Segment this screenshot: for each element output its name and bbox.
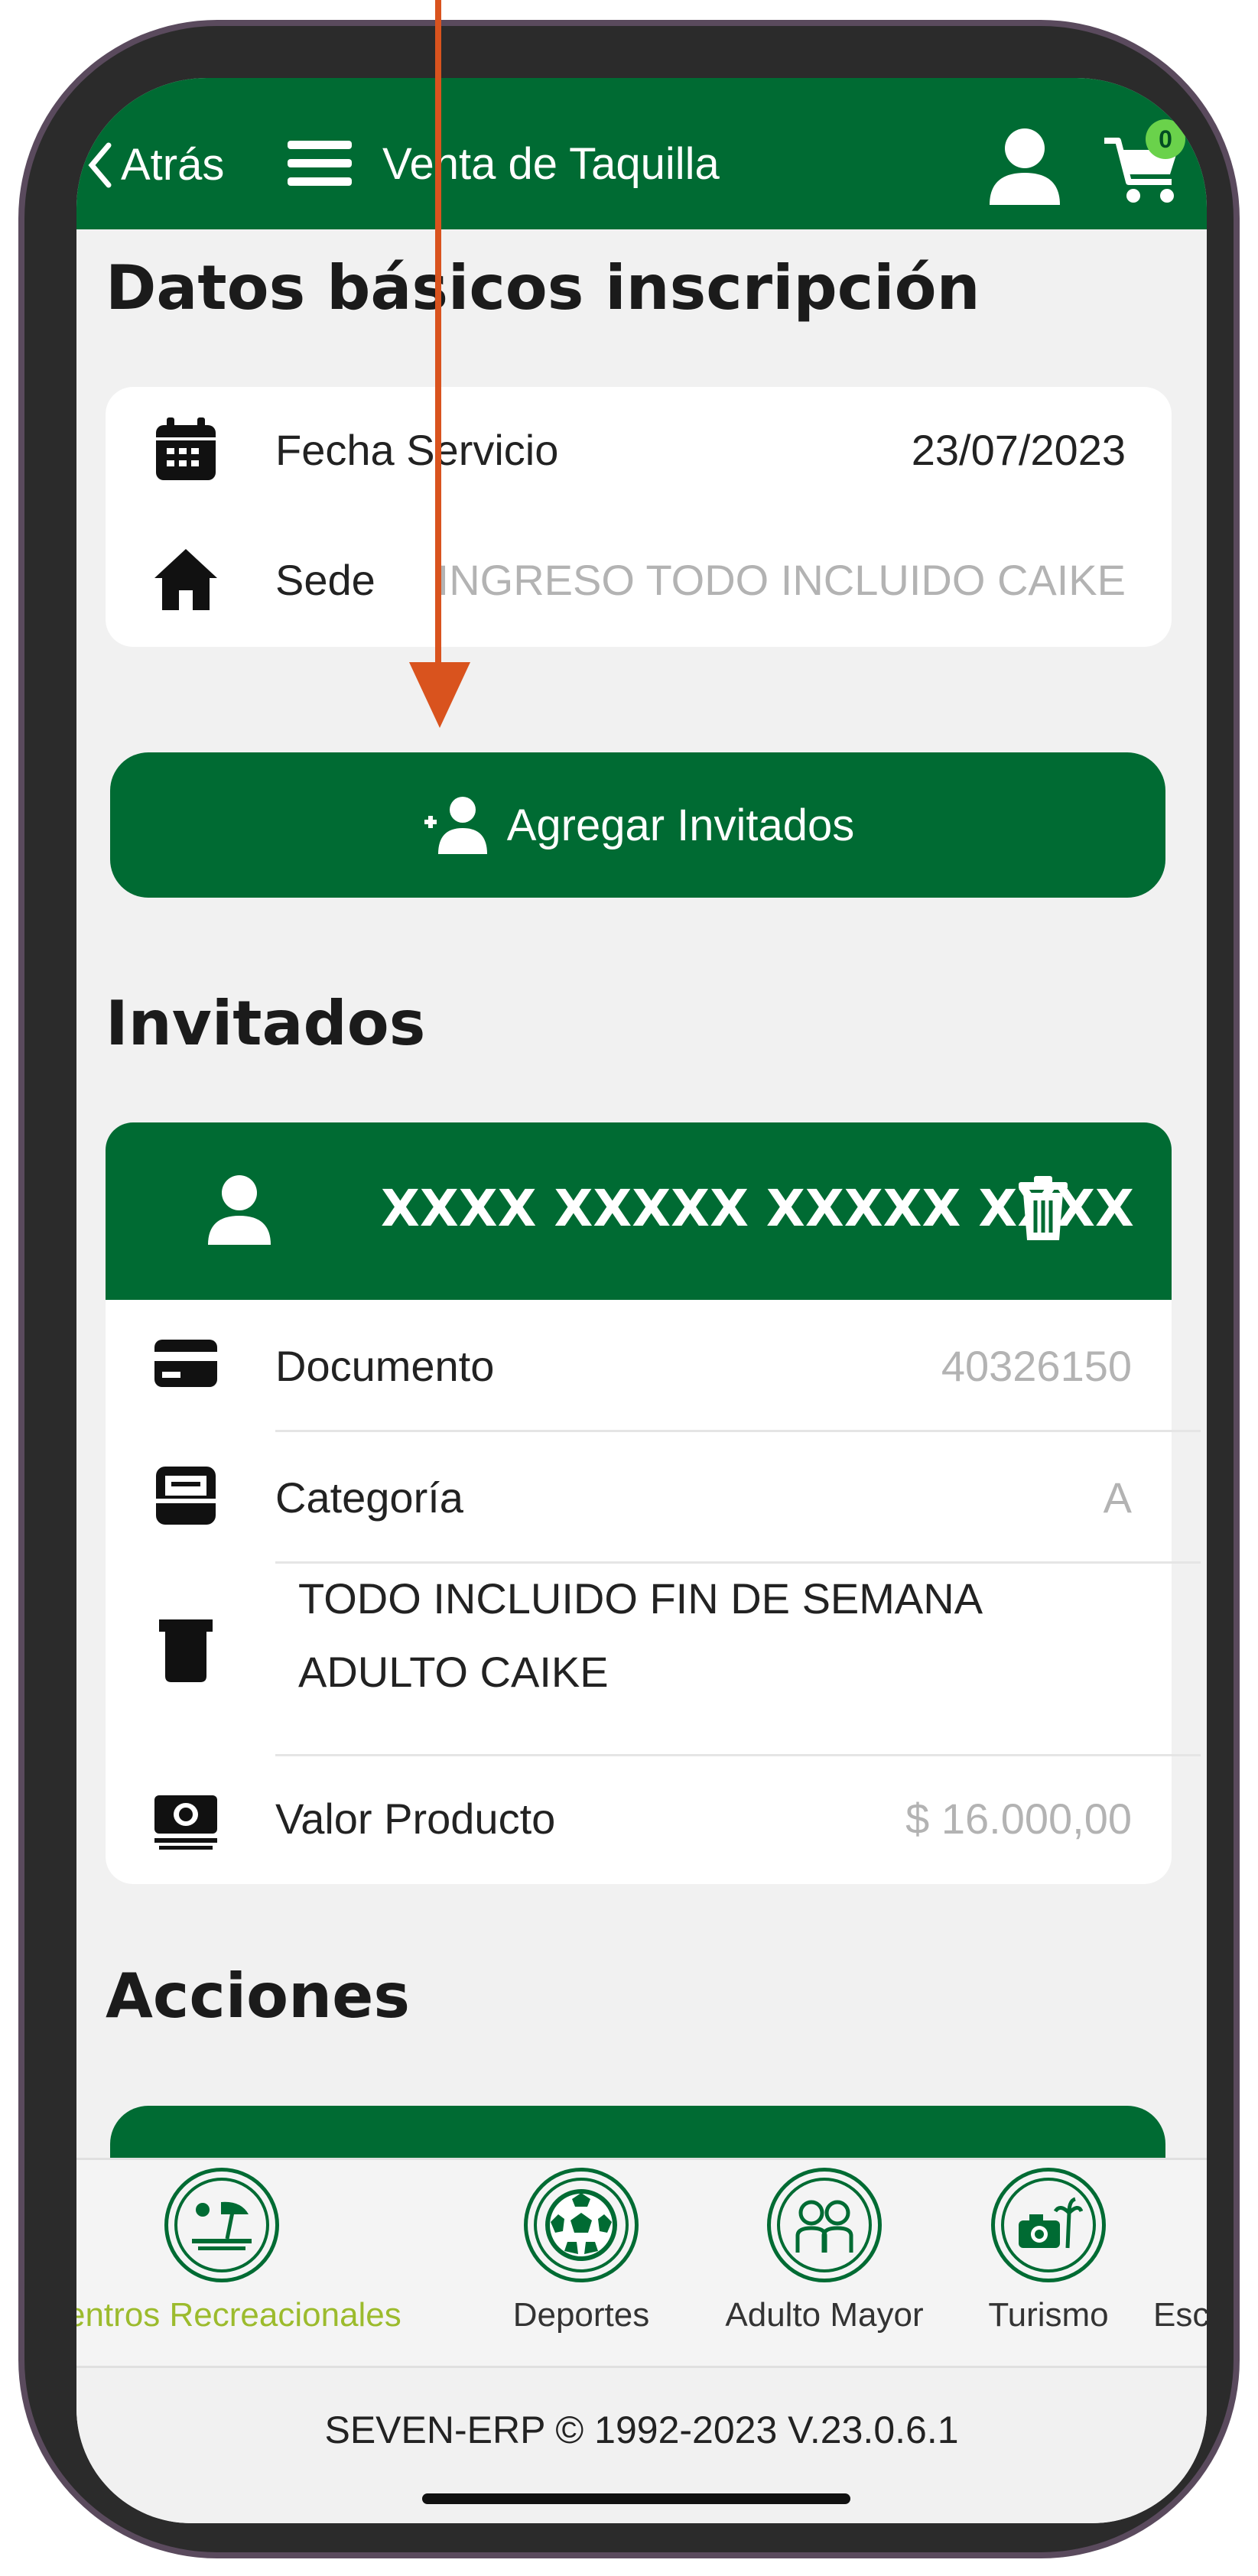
beach-icon — [192, 2201, 252, 2250]
row-divider — [275, 1561, 1201, 1564]
home-indicator[interactable] — [422, 2493, 850, 2504]
nav-deportes[interactable]: Deportes — [489, 2168, 673, 2334]
user-icon — [208, 1175, 271, 1245]
annotation-arrow-line — [435, 0, 441, 673]
app-screen: Atrás Venta de Taquilla 0 Datos básicos … — [76, 78, 1207, 2523]
sede-label: Sede — [275, 556, 375, 604]
home-icon — [154, 549, 217, 610]
page-title: Venta de Taquilla — [382, 139, 720, 189]
categoria-label: Categoría — [275, 1473, 463, 1522]
add-user-icon — [424, 797, 487, 854]
inbox-icon — [156, 1467, 216, 1525]
annotation-arrow-head — [409, 662, 470, 728]
row-divider — [275, 1430, 1201, 1432]
top-bar: Atrás Venta de Taquilla 0 — [76, 78, 1207, 229]
nav-label: Esc — [1153, 2296, 1207, 2334]
actions-heading: Acciones — [106, 1960, 410, 2032]
glass-icon — [159, 1619, 213, 1682]
guest-header: XXXX XXXXX XXXXX XXXX — [106, 1122, 1172, 1300]
calendar-icon — [156, 417, 216, 480]
id-card-icon — [154, 1340, 217, 1387]
sede-value: INGRESO TODO INCLUIDO CAIKE — [437, 556, 1126, 604]
money-icon — [154, 1795, 217, 1850]
nav-label: Turismo — [988, 2296, 1109, 2334]
basic-data-card: Fecha Servicio 23/07/2023 Sede INGRESO T… — [106, 387, 1172, 647]
nav-icon-circle — [767, 2168, 882, 2282]
basic-data-heading: Datos básicos inscripción — [106, 252, 980, 323]
nav-adulto-mayor[interactable]: Adulto Mayor — [694, 2168, 954, 2334]
producto-line1: TODO INCLUIDO FIN DE SEMANA — [298, 1574, 983, 1623]
guests-heading: Invitados — [106, 988, 426, 1059]
add-guests-label: Agregar Invitados — [506, 800, 855, 850]
add-guests-button[interactable]: Agregar Invitados — [110, 752, 1165, 898]
fecha-value[interactable]: 23/07/2023 — [912, 425, 1126, 475]
chevron-left-icon — [88, 142, 112, 188]
documento-label: Documento — [275, 1342, 495, 1390]
nav-icon-circle — [164, 2168, 279, 2282]
nav-icon-circle — [524, 2168, 639, 2282]
footer: SEVEN-ERP © 1992-2023 V.23.0.6.1 — [76, 2366, 1207, 2523]
user-icon[interactable] — [987, 124, 1063, 208]
camera-palm-icon — [1019, 2197, 1083, 2249]
footer-text: SEVEN-ERP © 1992-2023 V.23.0.6.1 — [324, 2409, 959, 2451]
hamburger-menu-icon[interactable] — [288, 141, 352, 187]
cart-count-badge: 0 — [1146, 119, 1185, 159]
categoria-value: A — [1103, 1473, 1132, 1522]
documento-value: 40326150 — [941, 1342, 1132, 1390]
nav-esc[interactable]: Esc — [1153, 2168, 1207, 2334]
row-divider — [275, 1754, 1201, 1756]
nav-centros-recreacionales[interactable]: Centros Recreacionales — [76, 2168, 421, 2334]
nav-label: Centros Recreacionales — [76, 2296, 401, 2334]
nav-turismo[interactable]: Turismo — [953, 2168, 1144, 2334]
back-label: Atrás — [121, 140, 225, 190]
producto-line2: ADULTO CAIKE — [298, 1648, 609, 1696]
trash-icon[interactable] — [1016, 1174, 1071, 1243]
bottom-nav: Centros Recreacionales Deportes Adulto M… — [76, 2158, 1207, 2366]
fecha-label: Fecha Servicio — [275, 426, 559, 474]
nav-label: Adulto Mayor — [725, 2296, 924, 2334]
back-button[interactable]: Atrás — [87, 142, 224, 188]
soccer-ball-icon — [545, 2189, 617, 2261]
nav-icon-circle — [991, 2168, 1106, 2282]
valor-value: $ 16.000,00 — [905, 1795, 1132, 1843]
valor-label: Valor Producto — [275, 1795, 556, 1843]
elderly-couple-icon — [795, 2200, 853, 2253]
nav-label: Deportes — [512, 2296, 650, 2334]
